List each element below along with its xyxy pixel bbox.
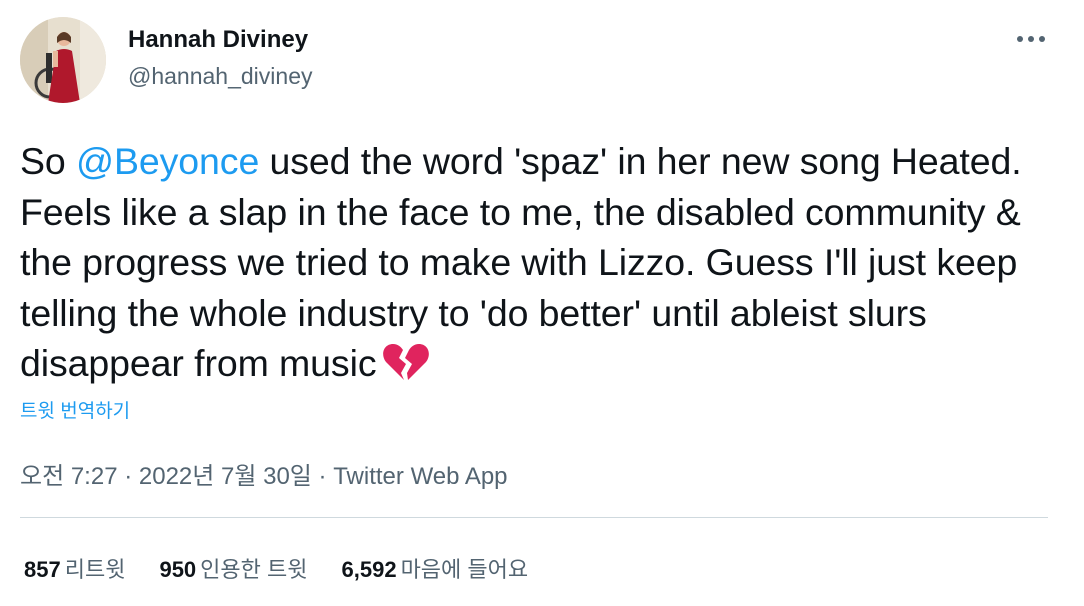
likes-count: 6,592 [341, 557, 397, 582]
likes-stat[interactable]: 6,592 마음에 들어요 [342, 552, 529, 584]
meta-separator: · [311, 463, 334, 490]
tweet-meta: 오전 7:27 · 2022년 7월 30일 · Twitter Web App [20, 456, 508, 491]
avatar[interactable] [20, 17, 106, 103]
likes-label: 마음에 들어요 [400, 557, 529, 582]
mention-link[interactable]: @Beyonce [76, 140, 259, 182]
tweet-source[interactable]: Twitter Web App [333, 463, 507, 490]
tweet-time[interactable]: 오전 7:27 [20, 463, 118, 490]
retweets-stat[interactable]: 857 리트윗 [24, 552, 125, 584]
avatar-image [20, 17, 106, 103]
broken-heart-icon [382, 342, 430, 382]
quotes-count: 950 [159, 557, 197, 582]
tweet-card: Hannah Diviney @hannah_diviney So @Beyon… [0, 0, 1084, 606]
tweet-stats: 857 리트윗 950 인용한 트윗 6,592 마음에 들어요 [24, 552, 528, 584]
tweet-date[interactable]: 2022년 7월 30일 [139, 463, 312, 490]
quotes-stat[interactable]: 950 인용한 트윗 [159, 552, 307, 584]
divider [20, 517, 1048, 518]
more-options-button[interactable] [1008, 24, 1054, 54]
quotes-label: 인용한 트윗 [200, 557, 308, 582]
translate-tweet-link[interactable]: 트윗 번역하기 [20, 396, 130, 423]
meta-separator: · [117, 463, 139, 490]
tweet-text-prefix: So [20, 140, 76, 182]
author-handle[interactable]: @hannah_diviney [128, 63, 312, 90]
retweets-count: 857 [24, 557, 61, 582]
author-display-name[interactable]: Hannah Diviney [128, 26, 308, 54]
retweets-label: 리트윗 [64, 557, 126, 582]
more-icon [1017, 36, 1045, 42]
tweet-text: So @Beyonce used the word 'spaz' in her … [20, 136, 1070, 389]
